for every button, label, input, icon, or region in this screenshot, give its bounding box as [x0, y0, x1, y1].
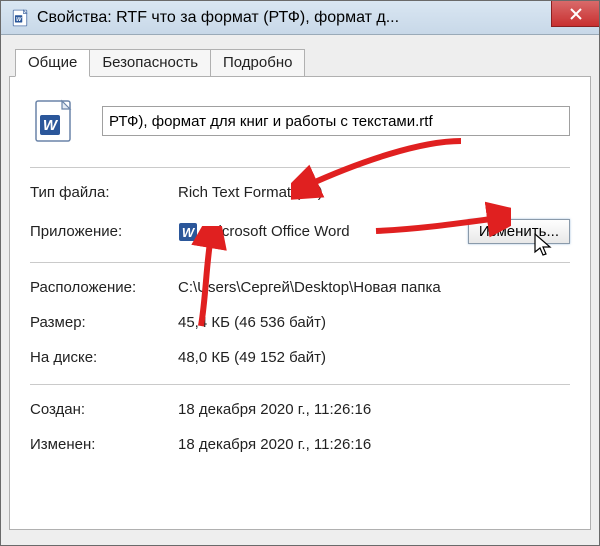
label-size-on-disk: На диске:	[30, 349, 178, 366]
svg-text:W: W	[182, 225, 196, 240]
word-file-icon: W	[11, 9, 29, 27]
label-size: Размер:	[30, 314, 178, 331]
row-location: Расположение: C:\Users\Сергей\Desktop\Но…	[30, 279, 570, 296]
svg-text:W: W	[16, 16, 22, 22]
filename-input[interactable]	[102, 106, 570, 136]
file-type-icon: W	[30, 97, 78, 145]
row-created: Создан: 18 декабря 2020 г., 11:26:16	[30, 401, 570, 418]
tab-general[interactable]: Общие	[15, 49, 90, 77]
value-size: 45,4 КБ (46 536 байт)	[178, 314, 570, 331]
value-modified: 18 декабря 2020 г., 11:26:16	[178, 436, 570, 453]
row-size: Размер: 45,4 КБ (46 536 байт)	[30, 314, 570, 331]
value-location: C:\Users\Сергей\Desktop\Новая папка	[178, 279, 570, 296]
value-filetype: Rich Text Format (.rtf)	[178, 184, 570, 201]
titlebar[interactable]: W Свойства: RTF что за формат (РТФ), фор…	[1, 1, 599, 35]
tab-security[interactable]: Безопасность	[89, 49, 211, 77]
label-modified: Изменен:	[30, 436, 178, 453]
window-title: Свойства: RTF что за формат (РТФ), форма…	[37, 9, 399, 27]
value-size-on-disk: 48,0 КБ (49 152 байт)	[178, 349, 570, 366]
value-application: W Microsoft Office Word	[178, 222, 468, 242]
row-application: Приложение: W Microsoft Office Word Изме…	[30, 219, 570, 244]
label-location: Расположение:	[30, 279, 178, 296]
application-name: Microsoft Office Word	[206, 223, 350, 240]
label-application: Приложение:	[30, 223, 178, 240]
close-icon	[570, 8, 582, 20]
tab-strip: Общие Безопасность Подробно	[1, 35, 599, 77]
tab-panel-general: W Тип файла: Rich Text Format (.rtf) При…	[9, 76, 591, 530]
row-size-on-disk: На диске: 48,0 КБ (49 152 байт)	[30, 349, 570, 366]
separator	[30, 167, 570, 168]
separator	[30, 384, 570, 385]
label-filetype: Тип файла:	[30, 184, 178, 201]
close-button[interactable]	[551, 1, 599, 27]
row-modified: Изменен: 18 декабря 2020 г., 11:26:16	[30, 436, 570, 453]
word-app-icon: W	[178, 222, 198, 242]
properties-window: W Свойства: RTF что за формат (РТФ), фор…	[0, 0, 600, 546]
label-created: Создан:	[30, 401, 178, 418]
tab-details[interactable]: Подробно	[210, 49, 305, 77]
separator	[30, 262, 570, 263]
file-header-row: W	[30, 97, 570, 145]
row-filetype: Тип файла: Rich Text Format (.rtf)	[30, 184, 570, 201]
value-created: 18 декабря 2020 г., 11:26:16	[178, 401, 570, 418]
svg-text:W: W	[43, 117, 59, 134]
change-button[interactable]: Изменить...	[468, 219, 570, 244]
